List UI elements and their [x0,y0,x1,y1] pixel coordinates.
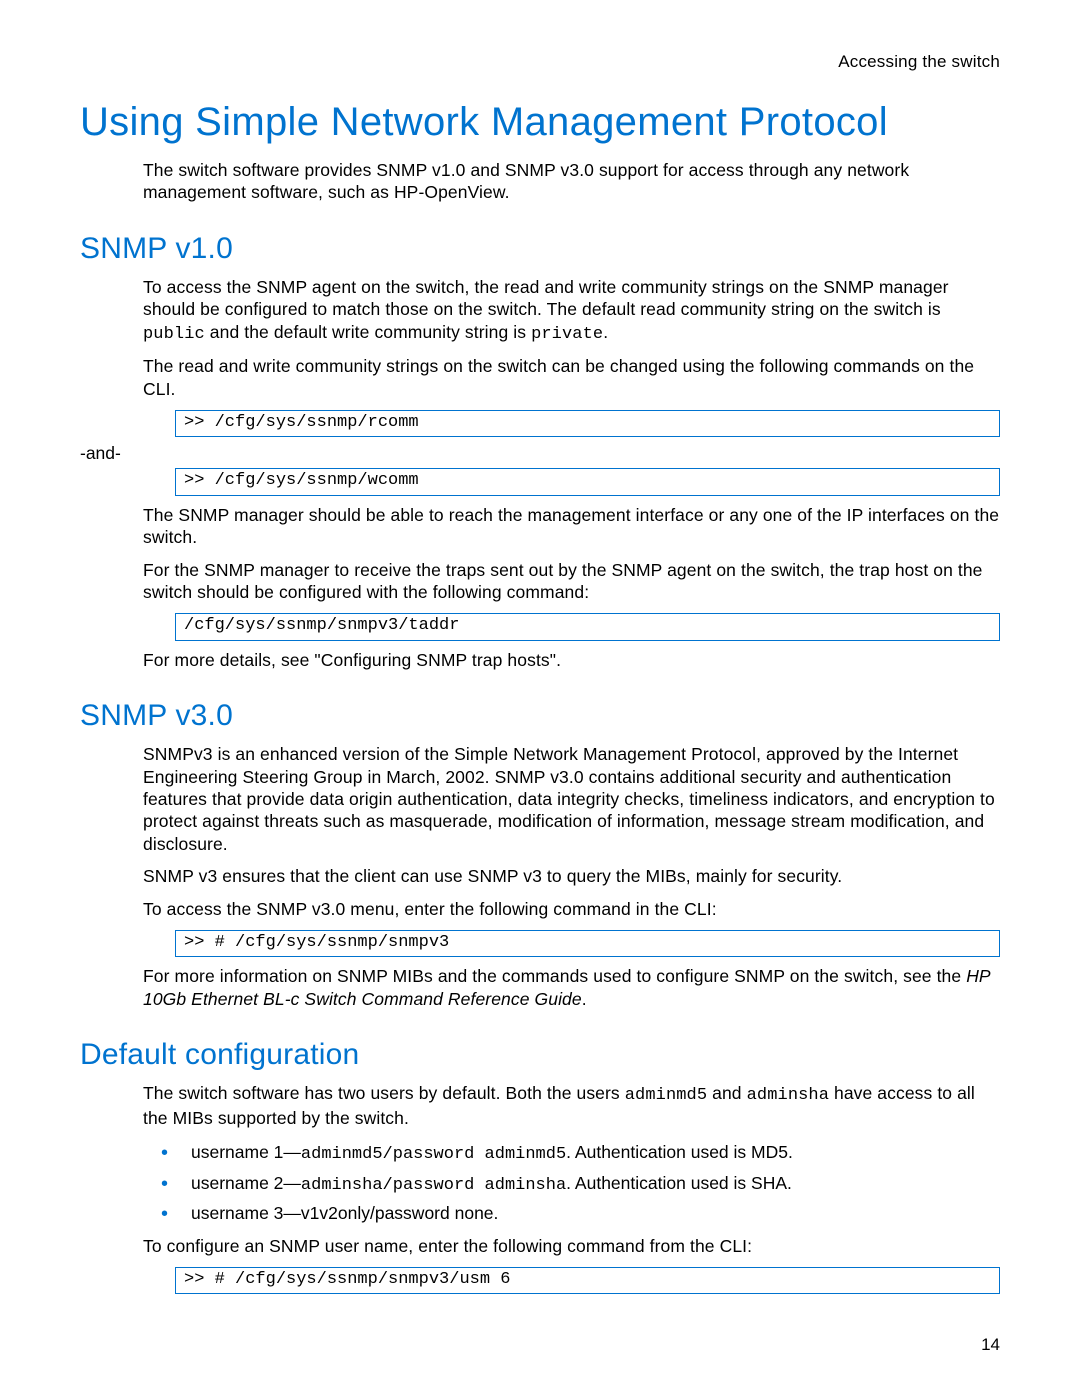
s1-p3: The SNMP manager should be able to reach… [143,504,1000,549]
s3-p1-code2: adminsha [747,1086,829,1105]
s3-p1: The switch software has two users by def… [143,1082,1000,1129]
section-heading-default-config: Default configuration [80,1038,1000,1072]
s1-p2: The read and write community strings on … [143,355,1000,400]
list-item: username 2—adminsha/password adminsha. A… [143,1170,1000,1199]
b1-a: username 1— [191,1142,301,1162]
b2-code: adminsha/password adminsha [301,1176,566,1195]
page-number: 14 [981,1335,1000,1355]
page: Accessing the switch Using Simple Networ… [0,0,1080,1397]
command-box-snmpv3: >> # /cfg/sys/ssnmp/snmpv3 [175,930,1000,957]
and-separator: -and- [80,443,121,463]
command-box-rcomm: >> /cfg/sys/ssnmp/rcomm [175,410,1000,437]
section-body-snmp-v1: To access the SNMP agent on the switch, … [143,276,1000,438]
b1-b: . Authentication used is MD5. [566,1142,793,1162]
s1-p5: For more details, see "Configuring SNMP … [143,649,1000,671]
section-heading-snmp-v1: SNMP v1.0 [80,232,1000,266]
running-header: Accessing the switch [80,52,1000,72]
s1-p1-b: and the default write community string i… [205,322,531,342]
bullet-list: username 1—adminmd5/password adminmd5. A… [143,1139,1000,1226]
b2-b: . Authentication used is SHA. [566,1173,792,1193]
section-body-snmp-v3: SNMPv3 is an enhanced version of the Sim… [143,743,1000,1010]
list-item: username 1—adminmd5/password adminmd5. A… [143,1139,1000,1168]
intro-paragraph: The switch software provides SNMP v1.0 a… [143,159,1000,204]
s3-p2: To configure an SNMP user name, enter th… [143,1235,1000,1257]
s1-p1-a: To access the SNMP agent on the switch, … [143,277,949,319]
command-box-wcomm: >> /cfg/sys/ssnmp/wcomm [175,468,1000,495]
s2-p2: SNMP v3 ensures that the client can use … [143,865,1000,887]
s2-p1: SNMPv3 is an enhanced version of the Sim… [143,743,1000,855]
s1-p1: To access the SNMP agent on the switch, … [143,276,1000,346]
command-box-taddr: /cfg/sys/ssnmp/snmpv3/taddr [175,613,1000,640]
s2-p4: For more information on SNMP MIBs and th… [143,965,1000,1010]
section-body-snmp-v1b: >> /cfg/sys/ssnmp/wcomm The SNMP manager… [143,468,1000,671]
s3-p1-a: The switch software has two users by def… [143,1083,625,1103]
s2-p3: To access the SNMP v3.0 menu, enter the … [143,898,1000,920]
s1-p1-code1: public [143,325,205,344]
s1-p1-code2: private [531,325,603,344]
intro-block: The switch software provides SNMP v1.0 a… [143,159,1000,204]
b3: username 3—v1v2only/password none. [191,1203,498,1223]
b1-code: adminmd5/password adminmd5 [301,1145,566,1164]
s1-p1-c: . [603,322,608,342]
s3-p1-code1: adminmd5 [625,1086,707,1105]
s2-p4-a: For more information on SNMP MIBs and th… [143,966,966,986]
section-heading-snmp-v3: SNMP v3.0 [80,699,1000,733]
s2-p4-b: . [582,989,587,1009]
list-item: username 3—v1v2only/password none. [143,1200,1000,1226]
b2-a: username 2— [191,1173,301,1193]
s1-p4: For the SNMP manager to receive the trap… [143,559,1000,604]
section-body-default-config: The switch software has two users by def… [143,1082,1000,1294]
command-box-usm: >> # /cfg/sys/ssnmp/snmpv3/usm 6 [175,1267,1000,1294]
page-title: Using Simple Network Management Protocol [80,100,1000,145]
s3-p1-b: and [707,1083,746,1103]
